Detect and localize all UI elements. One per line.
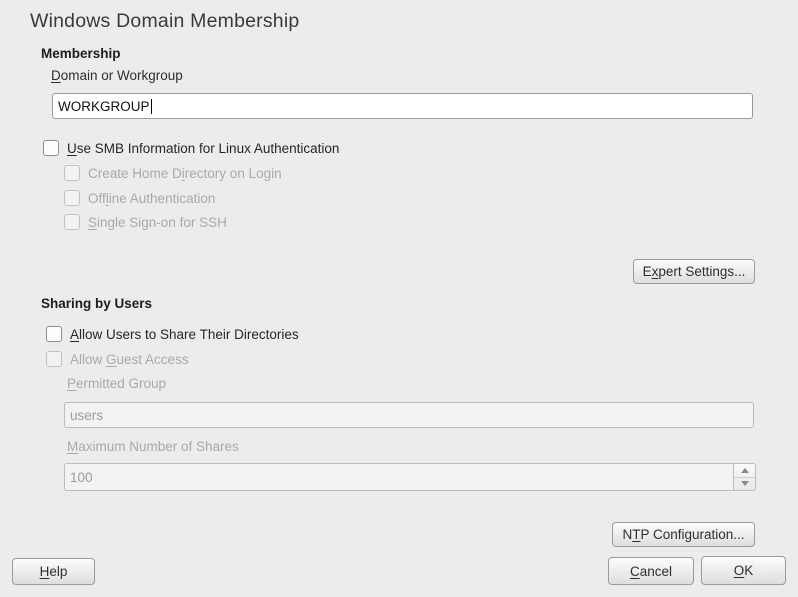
spin-down-button	[734, 478, 755, 491]
ok-button[interactable]: OK	[701, 556, 786, 585]
spin-up-button	[734, 464, 755, 478]
permitted-group-label: Permitted Group	[67, 376, 166, 391]
checkbox-create-home-directory: Create Home Directory on Login	[64, 164, 282, 182]
permitted-group-input: users	[64, 402, 754, 428]
help-button[interactable]: Help	[12, 558, 95, 585]
domain-workgroup-input[interactable]: WORKGROUP	[52, 93, 753, 119]
max-shares-input: 100	[64, 463, 733, 491]
checkbox-icon	[64, 190, 80, 206]
ntp-configuration-button[interactable]: NTP Configuration...	[612, 522, 755, 547]
spin-down-icon	[741, 481, 749, 486]
windows-domain-membership-dialog: { "window": { "title": "Windows Domain M…	[0, 0, 798, 597]
domain-workgroup-label: Domain or Workgroup	[51, 68, 183, 83]
max-shares-value: 100	[70, 470, 93, 485]
checkbox-allow-users-share[interactable]: Allow Users to Share Their Directories	[46, 325, 299, 343]
spin-up-icon	[741, 468, 749, 473]
checkbox-single-sign-on-ssh: Single Sign-on for SSH	[64, 213, 227, 231]
checkbox-allow-guest-access: Allow Guest Access	[46, 350, 189, 368]
max-shares-spinbox: 100	[64, 463, 756, 491]
permitted-group-value: users	[70, 408, 103, 423]
checkbox-icon	[64, 214, 80, 230]
page-title: Windows Domain Membership	[30, 10, 299, 33]
domain-workgroup-value: WORKGROUP	[58, 99, 150, 114]
checkbox-icon	[46, 351, 62, 367]
text-cursor	[151, 99, 152, 114]
expert-settings-button[interactable]: Expert Settings...	[633, 259, 755, 284]
checkbox-use-smb-auth[interactable]: Use SMB Information for Linux Authentica…	[43, 139, 339, 157]
checkbox-icon	[43, 140, 59, 156]
max-shares-label: Maximum Number of Shares	[67, 439, 239, 454]
membership-frame-label: Membership	[41, 46, 121, 61]
sharing-frame-label: Sharing by Users	[41, 296, 152, 311]
checkbox-icon	[64, 165, 80, 181]
cancel-button[interactable]: Cancel	[608, 557, 694, 585]
checkbox-offline-authentication: Offline Authentication	[64, 189, 215, 207]
checkbox-icon	[46, 326, 62, 342]
spinner-buttons	[733, 463, 756, 491]
